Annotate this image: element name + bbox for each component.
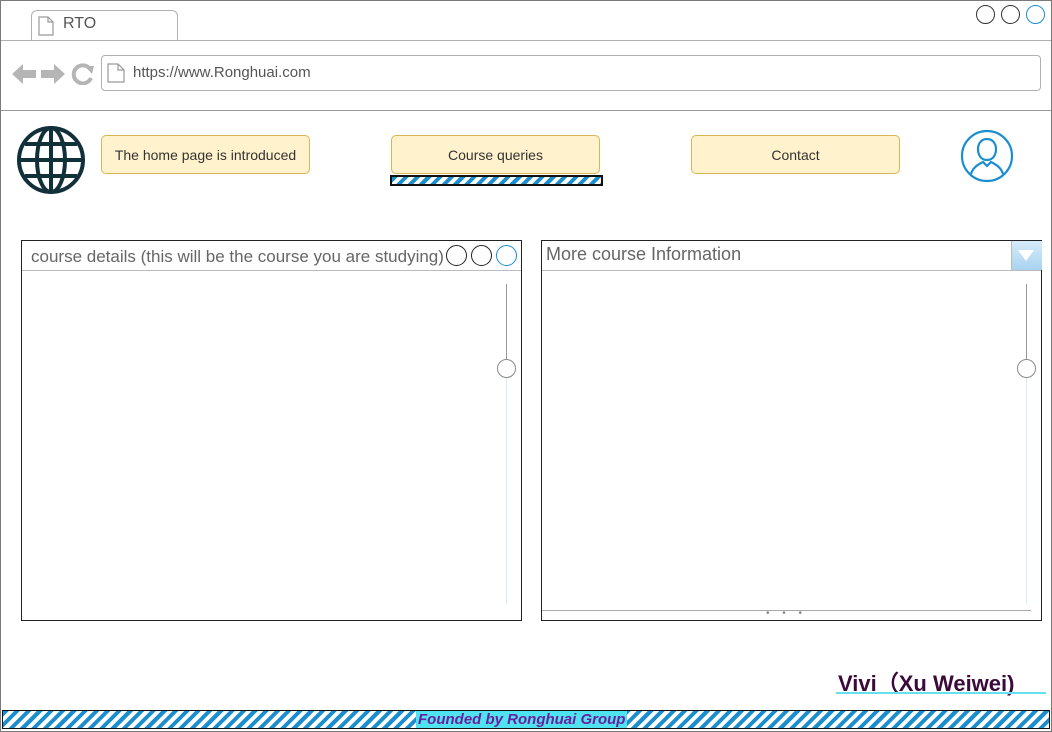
footer-text: Founded by Ronghuai Group xyxy=(416,711,628,728)
active-nav-indicator xyxy=(390,175,603,186)
scroll-track-filled xyxy=(1026,284,1027,359)
forward-arrow-icon[interactable] xyxy=(40,63,66,85)
nav-contact-button[interactable]: Contact xyxy=(691,135,900,174)
user-avatar-icon[interactable] xyxy=(960,129,1014,183)
more-info-title: More course Information xyxy=(546,244,742,264)
close-button[interactable] xyxy=(1026,5,1045,24)
url-text: https://www.Ronghuai.com xyxy=(133,64,311,81)
scroll-thumb[interactable] xyxy=(1017,359,1036,378)
document-icon xyxy=(38,16,54,36)
scroll-thumb[interactable] xyxy=(497,359,516,378)
more-dots-icon: • • • xyxy=(766,608,808,619)
scroll-track xyxy=(1026,378,1027,604)
nav-course-queries-button[interactable]: Course queries xyxy=(391,135,600,174)
panel-header-divider xyxy=(22,270,521,271)
scroll-track-filled xyxy=(506,284,507,359)
panel-maximize-button[interactable] xyxy=(471,245,492,266)
header-divider xyxy=(1,110,1051,111)
page-icon xyxy=(107,63,125,83)
maximize-button[interactable] xyxy=(1001,5,1020,24)
nav-home-intro-button[interactable]: The home page is introduced xyxy=(101,135,310,174)
tab-title: RTO xyxy=(63,15,97,32)
course-details-panel xyxy=(21,240,522,621)
back-arrow-icon[interactable] xyxy=(11,63,37,85)
chevron-down-icon xyxy=(1018,250,1034,261)
panel-header-divider xyxy=(542,270,1041,271)
reload-icon[interactable] xyxy=(71,63,95,85)
signature-underline xyxy=(836,692,1046,694)
course-details-title: course details (this will be the course … xyxy=(31,247,444,266)
panel-close-button[interactable] xyxy=(496,245,517,266)
more-info-panel xyxy=(541,240,1042,621)
panel-minimize-button[interactable] xyxy=(446,245,467,266)
tab-strip-divider xyxy=(1,40,1051,41)
globe-icon xyxy=(17,126,85,194)
scroll-track xyxy=(506,378,507,604)
minimize-button[interactable] xyxy=(976,5,995,24)
